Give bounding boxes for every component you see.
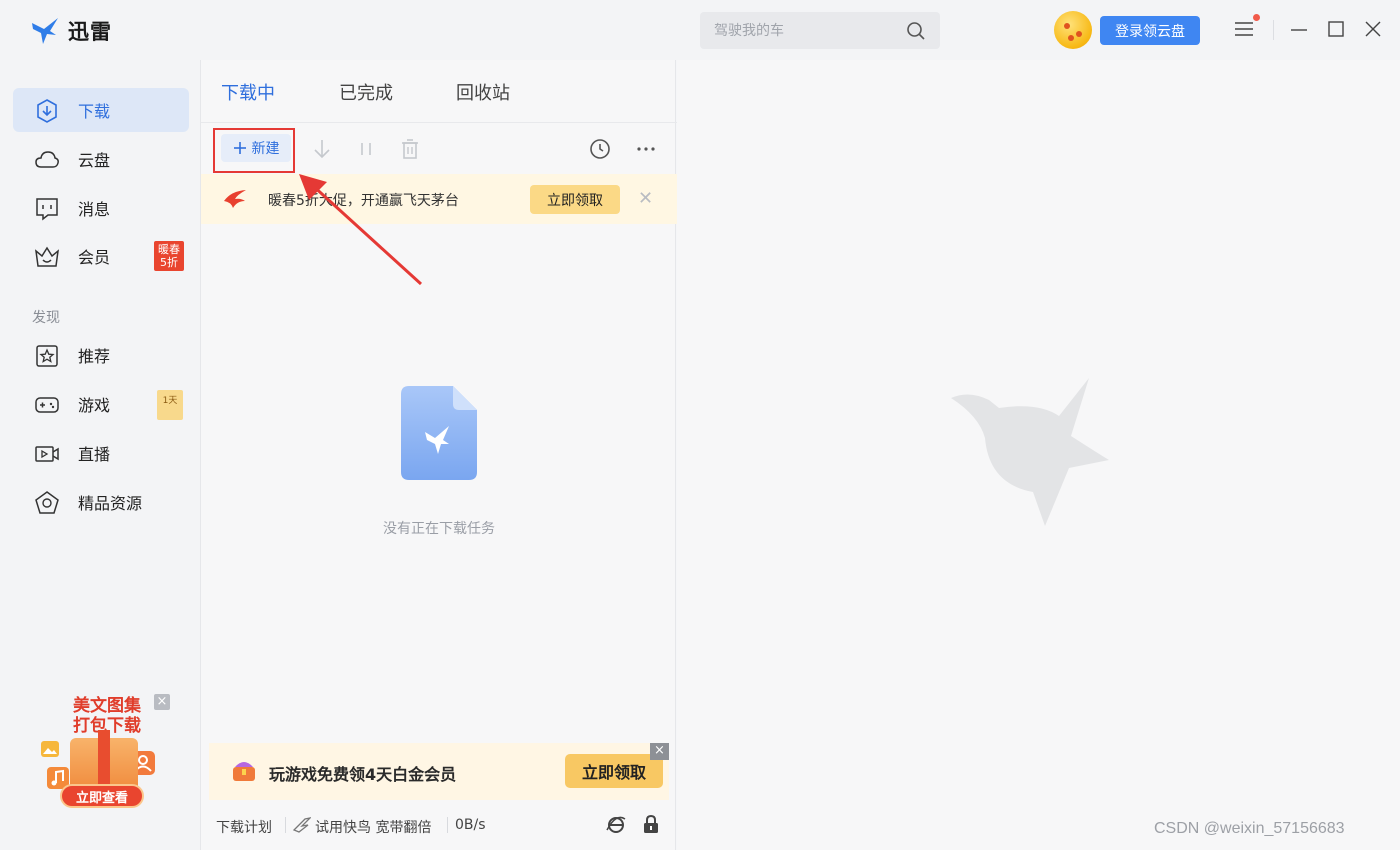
csdn-watermark: CSDN @weixin_57156683 bbox=[1154, 820, 1345, 837]
gift-ribbon bbox=[98, 730, 110, 792]
sidebar-item-label: 直播 bbox=[78, 445, 111, 464]
claim-button[interactable]: 立即领取 bbox=[565, 754, 663, 788]
sidebar-item-label: 会员 bbox=[78, 248, 111, 267]
detail-panel: CSDN @weixin_57156683 bbox=[677, 60, 1400, 850]
sidebar-item-message[interactable]: 消息 bbox=[13, 186, 189, 230]
close-icon[interactable] bbox=[1364, 20, 1382, 38]
sidebar-item-live[interactable]: 直播 bbox=[13, 431, 189, 475]
tab-bar: 下载中 已完成 回收站 bbox=[201, 60, 677, 123]
claim-button[interactable]: 立即领取 bbox=[530, 185, 620, 214]
sidebar-item-label: 消息 bbox=[78, 200, 111, 219]
image-icon bbox=[41, 741, 59, 757]
notification-dot bbox=[1253, 14, 1260, 21]
sidebar-item-label: 精品资源 bbox=[78, 494, 143, 513]
promo-notice: 暖春5折大促，开通赢飞天茅台 立即领取 ✕ bbox=[201, 174, 677, 224]
title-bar: 迅雷 登录领云盘 bbox=[0, 0, 1400, 60]
crown-icon bbox=[35, 246, 59, 267]
promo-bird-icon bbox=[224, 190, 246, 208]
view-now-button[interactable]: 立即查看 bbox=[60, 784, 144, 808]
empty-file-icon bbox=[401, 386, 477, 480]
bottom-ad-banner[interactable]: 玩游戏免费领4天白金会员 立即领取 × bbox=[209, 743, 669, 800]
promo-badge: 暖春 5折 bbox=[154, 241, 184, 271]
close-icon[interactable]: × bbox=[650, 743, 669, 760]
sidebar-item-label: 游戏 bbox=[78, 396, 111, 415]
game-badge: 1天 bbox=[157, 390, 183, 420]
sidebar-item-label: 推荐 bbox=[78, 347, 111, 366]
download-plan-link[interactable]: 下载计划 bbox=[216, 817, 272, 837]
sidebar-item-download[interactable]: 下载 bbox=[13, 88, 189, 132]
clock-icon[interactable] bbox=[589, 138, 611, 160]
sidebar-item-cloud[interactable]: 云盘 bbox=[13, 137, 189, 181]
gamepad-icon bbox=[35, 397, 59, 413]
download-icon bbox=[37, 99, 57, 123]
search-box[interactable] bbox=[700, 12, 940, 49]
start-download-icon[interactable] bbox=[312, 138, 332, 160]
download-panel: 下载中 已完成 回收站 新建 暖春5折大促，开通赢飞天茅台 立即领取 ✕ 没有正… bbox=[200, 60, 677, 850]
close-icon[interactable]: × bbox=[154, 694, 170, 710]
app-name: 迅雷 bbox=[68, 20, 112, 44]
game-chest-icon bbox=[233, 762, 255, 781]
avatar[interactable] bbox=[1054, 11, 1092, 49]
maximize-icon[interactable] bbox=[1327, 20, 1345, 38]
sidebar: 下载 云盘 消息 会员 暖春 5折 发现 推荐 游戏 1天 直播 精品资源 美文… bbox=[0, 60, 200, 850]
divider bbox=[285, 817, 286, 833]
star-icon bbox=[36, 345, 58, 367]
sidebar-item-premium[interactable]: 精品资源 bbox=[13, 480, 189, 524]
browser-icon[interactable] bbox=[606, 815, 626, 835]
xunlei-watermark-icon bbox=[951, 378, 1109, 526]
status-bar: 下载计划 试用快鸟 宽带翻倍 0B/s bbox=[201, 800, 677, 850]
login-button[interactable]: 登录领云盘 bbox=[1100, 16, 1200, 45]
xunlei-bird-icon bbox=[32, 18, 58, 44]
tab-downloading[interactable]: 下载中 bbox=[221, 79, 275, 105]
search-input[interactable] bbox=[714, 20, 894, 42]
cloud-icon bbox=[35, 151, 59, 168]
tab-recycle-bin[interactable]: 回收站 bbox=[456, 79, 510, 105]
message-icon bbox=[36, 198, 58, 221]
empty-state-text: 没有正在下载任务 bbox=[383, 521, 495, 537]
sidebar-item-label: 下载 bbox=[78, 102, 111, 121]
search-icon[interactable] bbox=[906, 21, 926, 41]
app-logo: 迅雷 bbox=[30, 16, 112, 46]
promo-card[interactable]: 美文图集 打包下载 × 立即查看 bbox=[30, 694, 180, 819]
section-label: 发现 bbox=[32, 310, 60, 326]
divider bbox=[447, 817, 448, 833]
speedup-bird-icon bbox=[293, 817, 311, 833]
lock-icon[interactable] bbox=[642, 814, 660, 834]
ad-text: 玩游戏免费领4天白金会员 bbox=[269, 765, 457, 784]
menu-icon[interactable] bbox=[1233, 20, 1255, 38]
divider bbox=[1273, 20, 1274, 40]
live-icon bbox=[35, 446, 59, 462]
sidebar-item-recommend[interactable]: 推荐 bbox=[13, 333, 189, 377]
minimize-icon[interactable] bbox=[1290, 20, 1308, 38]
speedup-link[interactable]: 试用快鸟 宽带翻倍 bbox=[315, 817, 431, 837]
annotation-arrow bbox=[299, 174, 423, 286]
download-speed: 0B/s bbox=[455, 817, 486, 833]
pause-icon[interactable] bbox=[358, 138, 374, 160]
delete-icon[interactable] bbox=[400, 138, 420, 160]
toolbar: 新建 bbox=[201, 124, 677, 174]
more-icon[interactable] bbox=[635, 138, 657, 160]
highlight-box bbox=[213, 128, 295, 173]
sidebar-item-label: 云盘 bbox=[78, 151, 111, 170]
tab-completed[interactable]: 已完成 bbox=[339, 79, 393, 105]
gem-icon bbox=[35, 491, 59, 514]
close-icon[interactable]: ✕ bbox=[638, 188, 653, 209]
